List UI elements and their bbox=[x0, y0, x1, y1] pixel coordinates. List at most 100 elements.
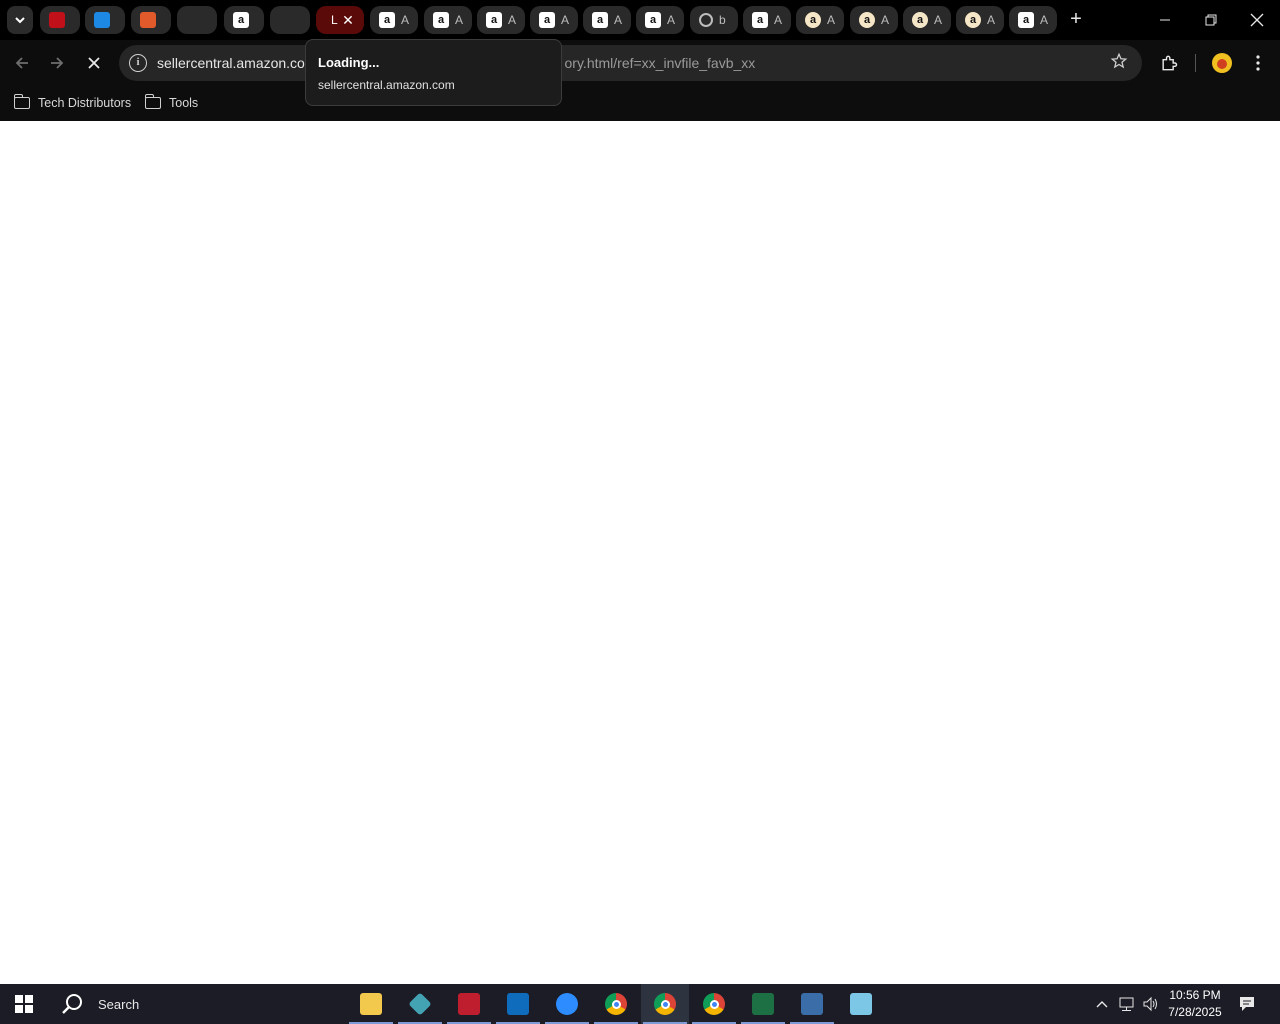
show-hidden-icons-button[interactable] bbox=[1095, 984, 1109, 1024]
browser-tab[interactable]: L ✕ bbox=[316, 6, 364, 34]
tab-title: b bbox=[719, 13, 726, 27]
blue-square-icon bbox=[94, 12, 110, 28]
browser-tab[interactable]: aA bbox=[636, 6, 684, 34]
tab-title: A bbox=[667, 13, 676, 27]
profile-avatar-icon bbox=[1212, 53, 1232, 73]
browser-tab[interactable]: aA bbox=[477, 6, 525, 34]
chrome-menu-button[interactable] bbox=[1244, 49, 1272, 77]
amazon-round-icon: a bbox=[805, 12, 821, 28]
browser-tab[interactable]: aA bbox=[743, 6, 791, 34]
restore-button[interactable] bbox=[1188, 0, 1234, 40]
new-tab-button[interactable]: + bbox=[1064, 8, 1088, 32]
tab-title: A bbox=[401, 13, 410, 27]
taskbar-app-zoom[interactable] bbox=[543, 984, 591, 1024]
tab-title: A bbox=[561, 13, 570, 27]
taskbar-app-filezilla[interactable] bbox=[445, 984, 493, 1024]
browser-tab[interactable]: b bbox=[690, 6, 738, 34]
taskbar-clock[interactable]: 10:56 PM 7/28/2025 bbox=[1160, 987, 1230, 1021]
browser-tab[interactable]: aA bbox=[796, 6, 844, 34]
volume-button[interactable] bbox=[1142, 984, 1160, 1024]
bookmark-star-button[interactable] bbox=[1110, 52, 1128, 75]
amazon-round-icon: a bbox=[965, 12, 981, 28]
restore-icon bbox=[1205, 14, 1217, 26]
browser-tab[interactable]: aA bbox=[583, 6, 631, 34]
stop-loading-button[interactable] bbox=[80, 49, 108, 77]
minimize-icon bbox=[1160, 19, 1170, 21]
browser-tab[interactable] bbox=[177, 6, 217, 34]
browser-tab[interactable]: aA bbox=[530, 6, 578, 34]
excel-icon bbox=[752, 993, 774, 1015]
browser-tab[interactable]: aA bbox=[370, 6, 418, 34]
minimize-button[interactable] bbox=[1142, 0, 1188, 40]
volume-icon bbox=[1143, 996, 1157, 1012]
browser-tab[interactable]: a bbox=[224, 6, 264, 34]
ec-icon bbox=[186, 12, 202, 28]
taskbar-app-chrome-3[interactable] bbox=[690, 984, 738, 1024]
windows-logo-icon bbox=[15, 995, 33, 1013]
browser-tab[interactable] bbox=[40, 6, 80, 34]
site-info-icon[interactable]: i bbox=[129, 54, 147, 72]
taskbar-app-app-diamond[interactable] bbox=[396, 984, 444, 1024]
dell-icon bbox=[49, 12, 65, 28]
amazon-round-icon: a bbox=[912, 12, 928, 28]
browser-tab[interactable]: aA bbox=[1009, 6, 1057, 34]
browser-tab[interactable]: aA bbox=[903, 6, 951, 34]
profile-button[interactable] bbox=[1208, 49, 1236, 77]
address-bar[interactable]: i sellercentral.amazon.cor ory.html/ref=x… bbox=[119, 45, 1142, 81]
taskbar-search[interactable]: Search bbox=[52, 984, 139, 1024]
amazon-icon: a bbox=[592, 12, 608, 28]
close-icon bbox=[1250, 13, 1264, 27]
browser-tab[interactable]: aA bbox=[424, 6, 472, 34]
network-icon-button[interactable] bbox=[1118, 984, 1136, 1024]
hover-card-title: Loading... bbox=[318, 55, 380, 70]
notifications-button[interactable] bbox=[1238, 984, 1256, 1024]
tab-title: A bbox=[774, 13, 783, 27]
box-icon bbox=[140, 12, 156, 28]
diamond-icon bbox=[408, 992, 432, 1016]
bookmark-label: Tools bbox=[169, 96, 199, 110]
network-icon bbox=[1119, 997, 1134, 1011]
amazon-round-icon: a bbox=[859, 12, 875, 28]
taskbar-app-chrome-2[interactable] bbox=[641, 984, 689, 1024]
windows-taskbar: Search 10:56 PM 7/28/2025 bbox=[0, 984, 1280, 1024]
tab-close-button[interactable]: ✕ bbox=[340, 12, 356, 28]
chrome-icon bbox=[605, 993, 627, 1015]
taskbar-app-notes[interactable] bbox=[837, 984, 885, 1024]
browser-tab[interactable] bbox=[85, 6, 125, 34]
tab-title: A bbox=[508, 13, 517, 27]
back-button[interactable] bbox=[8, 49, 36, 77]
amazon-icon: a bbox=[1018, 12, 1034, 28]
bookmark-folder-tech-distributors[interactable]: Tech Distributors bbox=[13, 92, 132, 114]
globe-icon bbox=[699, 13, 713, 27]
stop-icon bbox=[88, 57, 100, 69]
zoom-icon bbox=[556, 993, 578, 1015]
start-button[interactable] bbox=[0, 984, 48, 1024]
browser-tab[interactable]: aA bbox=[956, 6, 1004, 34]
browser-toolbar: i sellercentral.amazon.cor ory.html/ref=x… bbox=[0, 40, 1280, 86]
close-window-button[interactable] bbox=[1234, 0, 1280, 40]
tab-title: A bbox=[934, 13, 943, 27]
tab-strip: a L ✕ a Aa Aa Aa Aa Aa Ab a Aa Aa Aa Aa Aa A + bbox=[0, 0, 1280, 40]
extensions-button[interactable] bbox=[1155, 49, 1183, 77]
taskbar-app-chrome-1[interactable] bbox=[592, 984, 640, 1024]
forward-button[interactable] bbox=[43, 49, 71, 77]
tab-title: A bbox=[455, 13, 464, 27]
search-icon bbox=[62, 994, 82, 1014]
browser-tab[interactable] bbox=[270, 6, 310, 34]
taskbar-app-calculator[interactable] bbox=[788, 984, 836, 1024]
taskbar-app-file-explorer[interactable] bbox=[347, 984, 395, 1024]
browser-tab[interactable]: aA bbox=[850, 6, 898, 34]
bookmark-folder-tools[interactable]: Tools bbox=[144, 92, 199, 114]
page-content[interactable] bbox=[0, 121, 1280, 984]
tab-title: A bbox=[614, 13, 623, 27]
chrome-icon bbox=[703, 993, 725, 1015]
amazon-icon: a bbox=[539, 12, 555, 28]
clock-time: 10:56 PM bbox=[1169, 988, 1221, 1002]
taskbar-app-outlook[interactable] bbox=[494, 984, 542, 1024]
browser-tab[interactable] bbox=[131, 6, 171, 34]
tab-search-button[interactable] bbox=[7, 6, 33, 34]
taskbar-app-excel[interactable] bbox=[739, 984, 787, 1024]
bookmark-label: Tech Distributors bbox=[38, 96, 132, 110]
clock-date: 7/28/2025 bbox=[1168, 1005, 1222, 1019]
amazon-icon: a bbox=[433, 12, 449, 28]
